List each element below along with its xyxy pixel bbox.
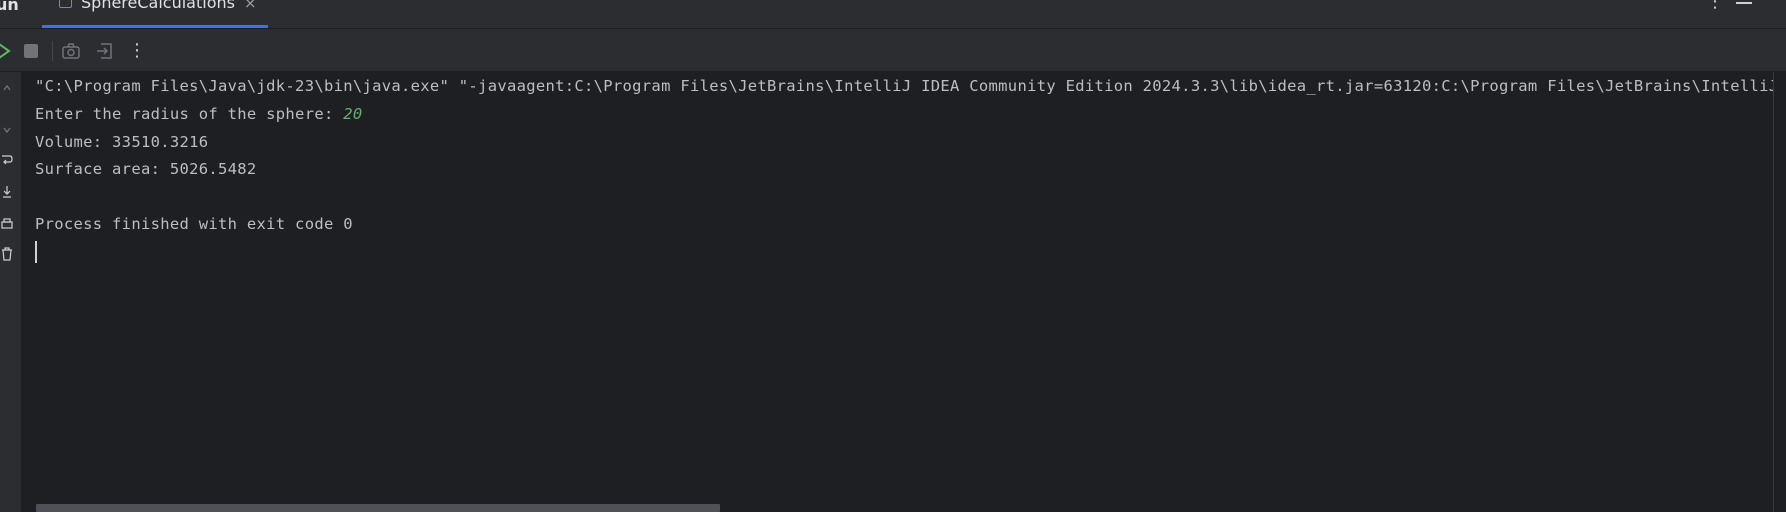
run-toolbar bbox=[0, 29, 1786, 71]
volume-line: Volume: 33510.3216 bbox=[35, 133, 209, 151]
surface-area-line: Surface area: 5026.5482 bbox=[35, 160, 257, 178]
command-line-text: "C:\Program Files\Java\jdk-23\bin\java.e… bbox=[35, 77, 1773, 95]
close-icon[interactable]: × bbox=[244, 0, 257, 12]
more-vertical-glyph: ⋮ bbox=[128, 40, 146, 61]
exit-icon[interactable] bbox=[94, 40, 116, 62]
camera-icon[interactable] bbox=[60, 40, 82, 62]
print-icon[interactable] bbox=[0, 216, 14, 232]
tool-window-title[interactable]: un bbox=[0, 0, 19, 14]
text-caret bbox=[35, 241, 37, 263]
tool-window-header: un SphereCalculations × ⋮ bbox=[0, 0, 1786, 29]
minimize-icon[interactable] bbox=[1736, 2, 1752, 4]
down-arrow-icon[interactable] bbox=[0, 122, 14, 138]
scroll-to-end-icon[interactable] bbox=[0, 184, 14, 200]
console-output[interactable]: "C:\Program Files\Java\jdk-23\bin\java.e… bbox=[21, 72, 1773, 512]
rerun-icon[interactable] bbox=[0, 40, 16, 62]
horizontal-scrollbar[interactable] bbox=[36, 504, 720, 512]
vertical-scrollbar-track[interactable] bbox=[1773, 72, 1786, 512]
active-tab-indicator bbox=[42, 25, 268, 28]
application-icon bbox=[59, 0, 72, 8]
tab-label[interactable]: SphereCalculations bbox=[81, 0, 235, 12]
stop-icon[interactable] bbox=[20, 40, 42, 62]
trash-icon[interactable] bbox=[0, 246, 14, 262]
user-input-text: 20 bbox=[343, 105, 363, 123]
prompt-line: Enter the radius of the sphere: 20 bbox=[35, 104, 362, 124]
left-action-strip bbox=[0, 72, 21, 512]
up-arrow-icon[interactable] bbox=[0, 80, 14, 96]
toolbar-separator bbox=[52, 41, 53, 61]
prompt-text: Enter the radius of the sphere: bbox=[35, 105, 344, 123]
more-options-icon[interactable]: ⋮ bbox=[1706, 0, 1724, 11]
soft-wrap-icon[interactable] bbox=[0, 152, 14, 168]
exit-code-line: Process finished with exit code 0 bbox=[35, 215, 353, 233]
more-vertical-icon[interactable]: ⋮ bbox=[126, 40, 148, 62]
